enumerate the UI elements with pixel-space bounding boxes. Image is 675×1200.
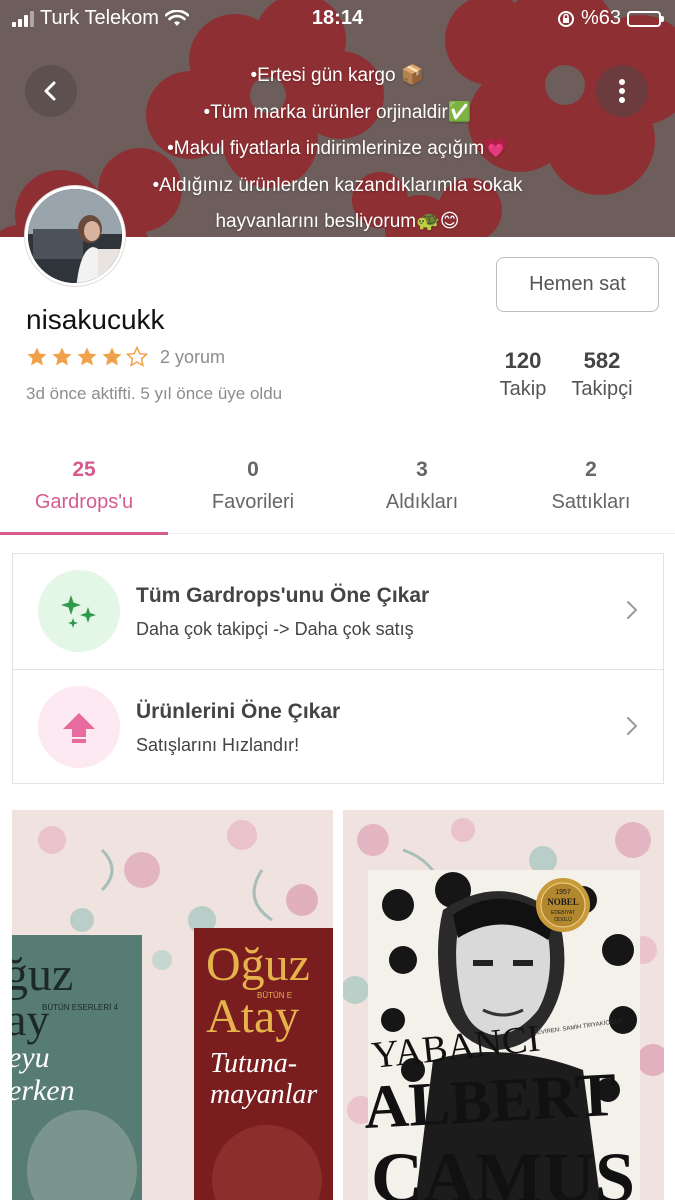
sell-now-button[interactable]: Hemen sat bbox=[496, 257, 659, 312]
more-options-button[interactable] bbox=[596, 65, 648, 117]
product-card[interactable]: ğuz ay BÜTÜN ESERLERİ 4 eyu erken Oğuz A… bbox=[12, 810, 333, 1200]
badge-year: 1957 bbox=[555, 889, 571, 896]
star-filled-icon bbox=[102, 347, 122, 366]
badge-text: NOBEL bbox=[547, 897, 579, 907]
battery-percent: %63 bbox=[580, 7, 621, 29]
tab-sold[interactable]: 2 Sattıkları bbox=[507, 450, 675, 534]
book-series-text: BÜTÜN ESERLERİ 4 bbox=[42, 1003, 119, 1012]
promo-boost-products[interactable]: Ürünlerini Öne Çıkar Satışlarını Hızland… bbox=[13, 669, 663, 784]
bio-line: •Aldığınız ürünlerden kazandıklarımla so… bbox=[152, 174, 523, 196]
star-filled-icon bbox=[27, 347, 47, 366]
star-filled-icon bbox=[77, 347, 97, 366]
profile-bio: •Ertesi gün kargo 📦 •Tüm marka ürünler o… bbox=[100, 58, 575, 237]
tab-purchased[interactable]: 3 Aldıkları bbox=[338, 450, 506, 534]
book-title-text: mayanlar bbox=[210, 1079, 317, 1110]
book-series-text: BÜTÜN E bbox=[257, 991, 292, 1000]
promo-subtitle: Satışlarını Hızlandır! bbox=[136, 735, 300, 755]
product-card[interactable]: 1957 NOBEL EDEBİYAT ÖDÜLÜ ÇEVİREN: SAMİH… bbox=[343, 810, 664, 1200]
promo-icon-circle bbox=[38, 686, 120, 768]
rating-stars bbox=[26, 346, 148, 368]
following-stat[interactable]: 120 Takip bbox=[492, 348, 554, 401]
status-bar: Turk Telekom 18:14 %63 bbox=[0, 0, 675, 36]
tab-count: 0 bbox=[247, 458, 259, 481]
product-photo-oguz-atay: ğuz ay BÜTÜN ESERLERİ 4 eyu erken Oğuz A… bbox=[12, 810, 333, 1200]
following-label: Takip bbox=[499, 378, 547, 400]
promo-title: Ürünlerini Öne Çıkar bbox=[136, 700, 341, 723]
arrow-up-icon bbox=[63, 713, 95, 743]
star-filled-icon bbox=[52, 347, 72, 366]
promo-subtitle: Daha çok takipçi -> Daha çok satış bbox=[136, 619, 414, 639]
following-count: 120 bbox=[504, 348, 542, 373]
bio-line: •Ertesi gün kargo 📦 bbox=[250, 65, 425, 86]
followers-count: 582 bbox=[583, 348, 621, 373]
book-title-text: erken bbox=[12, 1074, 75, 1107]
tab-label: Gardrops'u bbox=[34, 491, 134, 513]
chevron-right-icon bbox=[627, 717, 637, 735]
review-count[interactable]: 2 yorum bbox=[160, 347, 225, 368]
avatar-photo bbox=[28, 189, 122, 283]
chevron-left-icon bbox=[44, 81, 56, 101]
tab-label: Aldıkları bbox=[385, 491, 459, 513]
followers-stat[interactable]: 582 Takipçi bbox=[566, 348, 638, 401]
rating[interactable]: 2 yorum bbox=[26, 346, 225, 368]
chevron-right-icon bbox=[627, 601, 637, 619]
book-author-text: CAMUS bbox=[371, 1138, 635, 1200]
avatar[interactable] bbox=[25, 186, 125, 286]
sparkle-icon bbox=[61, 595, 96, 628]
tab-count: 25 bbox=[72, 458, 96, 481]
rotation-lock-icon bbox=[557, 10, 574, 27]
promo-card-list: Tüm Gardrops'unu Öne Çıkar Daha çok taki… bbox=[12, 553, 664, 784]
badge-text: ÖDÜLÜ bbox=[554, 916, 572, 923]
badge-text: EDEBİYAT bbox=[551, 909, 575, 916]
book-author-text: ay bbox=[12, 994, 49, 1045]
tab-favorites[interactable]: 0 Favorileri bbox=[169, 450, 337, 534]
bio-line: •Tüm marka ürünler orjinaldir✅ bbox=[203, 101, 472, 123]
book-author-text: Oğuz bbox=[206, 938, 310, 991]
product-photo-yabanci: 1957 NOBEL EDEBİYAT ÖDÜLÜ ÇEVİREN: SAMİH… bbox=[343, 810, 664, 1200]
book-title-text: Tutuna- bbox=[210, 1048, 297, 1079]
activity-status: 3d önce aktifti. 5 yıl önce üye oldu bbox=[26, 384, 283, 403]
bio-line: •Makul fiyatlarla indirimlerinize açığım… bbox=[167, 138, 508, 159]
tab-gardrops[interactable]: 25 Gardrops'u bbox=[0, 450, 168, 535]
tab-count: 3 bbox=[416, 458, 428, 481]
promo-boost-wardrobe[interactable]: Tüm Gardrops'unu Öne Çıkar Daha çok taki… bbox=[13, 554, 663, 669]
tab-count: 2 bbox=[585, 458, 597, 481]
promo-title: Tüm Gardrops'unu Öne Çıkar bbox=[136, 584, 430, 607]
book-author-text: ALBERT bbox=[362, 1061, 618, 1142]
battery-icon bbox=[627, 10, 664, 27]
profile-tabs: 25 Gardrops'u 0 Favorileri 3 Aldıkları 2… bbox=[0, 450, 675, 535]
book-title-text: eyu bbox=[12, 1041, 50, 1074]
bio-line: hayvanlarını besliyorum🐢😊 bbox=[215, 211, 460, 232]
more-vertical-icon bbox=[619, 79, 625, 103]
status-right: %63 bbox=[557, 7, 664, 30]
username: nisakucukk bbox=[26, 304, 165, 335]
followers-label: Takipçi bbox=[571, 378, 633, 400]
tab-label: Sattıkları bbox=[551, 491, 631, 513]
tab-label: Favorileri bbox=[211, 491, 295, 513]
back-button[interactable] bbox=[25, 65, 77, 117]
promo-icon-circle bbox=[38, 570, 120, 652]
star-empty-icon bbox=[126, 346, 148, 367]
